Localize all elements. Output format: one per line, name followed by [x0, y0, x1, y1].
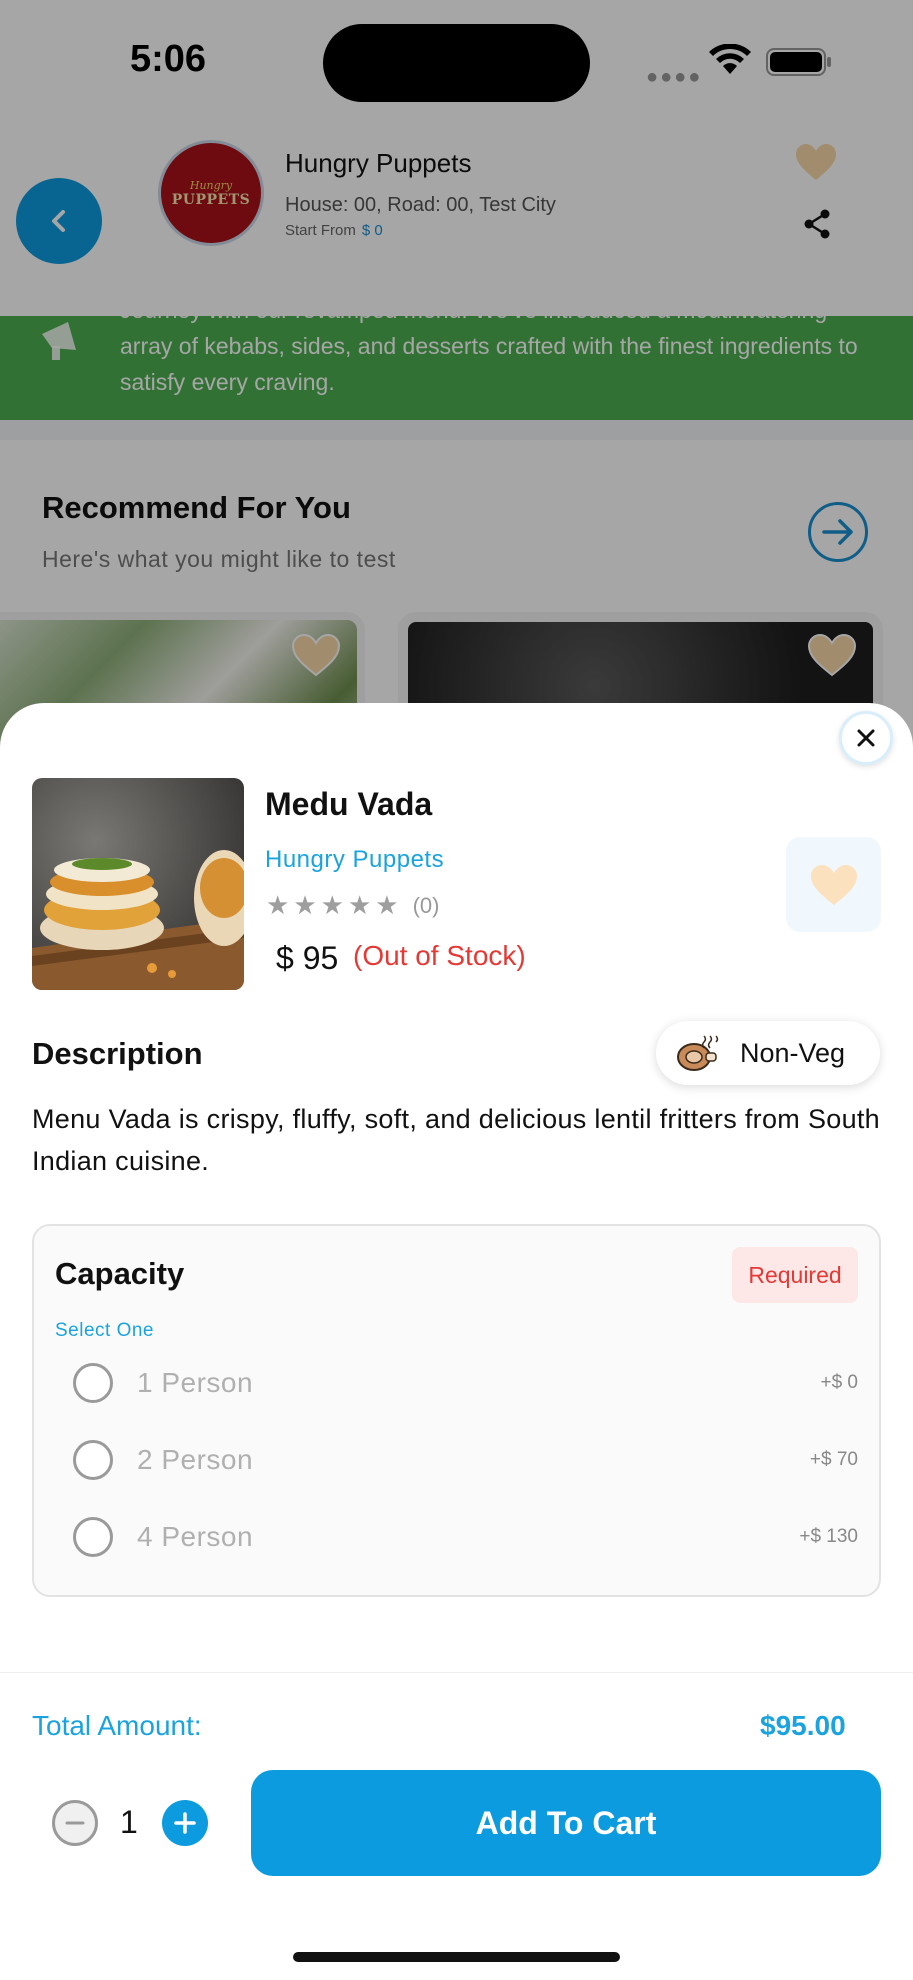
star-icon: ★ — [320, 891, 344, 921]
close-icon — [857, 729, 875, 747]
total-amount-value: $95.00 — [760, 1710, 846, 1741]
favorite-button[interactable] — [786, 837, 881, 932]
product-image — [32, 778, 244, 990]
capacity-title: Capacity — [55, 1256, 185, 1291]
product-name: Medu Vada — [265, 786, 433, 822]
stock-status: (Out of Stock) — [353, 940, 526, 971]
heart-icon — [810, 864, 857, 905]
capacity-option[interactable]: 1 Person +$ 0 — [73, 1358, 858, 1408]
option-price: +$ 130 — [799, 1526, 858, 1547]
radio-button[interactable] — [73, 1440, 113, 1480]
option-price: +$ 0 — [820, 1372, 858, 1393]
capacity-option[interactable]: 2 Person +$ 70 — [73, 1435, 858, 1485]
total-amount-label: Total Amount: — [32, 1710, 202, 1741]
product-price: $ 95 — [276, 940, 339, 976]
option-label: 1 Person — [137, 1367, 254, 1398]
option-price: +$ 70 — [809, 1449, 858, 1470]
modal-overlay[interactable] — [0, 0, 913, 760]
option-label: 4 Person — [137, 1521, 254, 1552]
radio-button[interactable] — [73, 1363, 113, 1403]
minus-icon — [65, 1821, 85, 1825]
description-title: Description — [32, 1036, 203, 1071]
capacity-hint: Select One — [55, 1320, 154, 1341]
diet-label: Non-Veg — [740, 1037, 846, 1068]
plus-icon — [174, 1812, 196, 1834]
home-indicator[interactable] — [293, 1952, 620, 1962]
diet-tag: Non-Veg — [656, 1021, 880, 1085]
increase-quantity-button[interactable] — [162, 1800, 208, 1846]
option-label: 2 Person — [137, 1444, 254, 1475]
star-icon: ★ — [347, 891, 372, 921]
required-badge: Required — [732, 1247, 858, 1303]
star-icon: ★ — [266, 891, 290, 921]
radio-button[interactable] — [73, 1517, 113, 1557]
add-to-cart-button[interactable]: Add To Cart — [251, 1770, 881, 1876]
quantity-value: 1 — [120, 1804, 138, 1840]
description-text: Menu Vada is crispy, fluffy, soft, and d… — [32, 1104, 880, 1176]
non-veg-icon — [677, 1035, 719, 1071]
food-illustration — [32, 850, 244, 990]
rating-stars: ★ ★ ★ ★ ★ (0) — [266, 890, 439, 922]
star-icon: ★ — [293, 891, 317, 921]
capacity-option[interactable]: 4 Person +$ 130 — [73, 1512, 858, 1562]
rating-count: (0) — [412, 893, 440, 918]
product-restaurant-link[interactable]: Hungry Puppets — [265, 846, 444, 874]
star-icon: ★ — [375, 891, 399, 921]
close-button[interactable] — [839, 711, 893, 765]
decrease-quantity-button[interactable] — [52, 1800, 98, 1846]
